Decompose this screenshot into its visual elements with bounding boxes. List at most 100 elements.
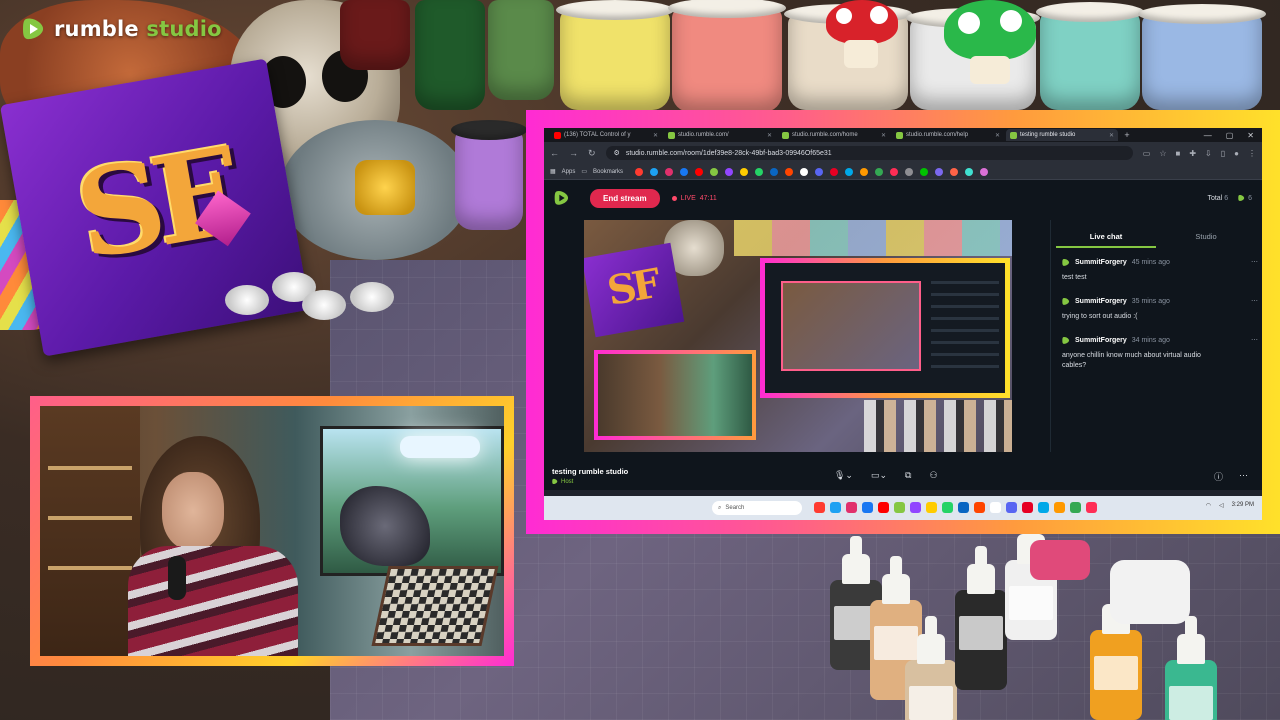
bookmark-favicon-icon[interactable] — [695, 167, 704, 176]
tab-studio[interactable]: Studio — [1156, 228, 1256, 248]
close-window-icon[interactable]: ✕ — [1247, 131, 1254, 140]
bookmark-favicon-icon[interactable] — [650, 167, 659, 176]
bookmark-favicon-icon[interactable] — [710, 167, 719, 176]
more-options-icon[interactable]: ⋯ — [1251, 336, 1258, 344]
close-icon[interactable]: ✕ — [995, 132, 1000, 139]
forward-arrow-icon[interactable]: → — [569, 148, 578, 158]
more-options-icon[interactable]: ⋯ — [1251, 297, 1258, 305]
rumble-logo-icon[interactable] — [554, 189, 570, 207]
apps-grid-icon[interactable]: ▦ — [550, 168, 556, 175]
maximize-icon[interactable]: ▢ — [1226, 131, 1234, 140]
taskbar-app-icon[interactable] — [1086, 502, 1097, 513]
taskbar-app-icon[interactable] — [878, 502, 889, 513]
bookmark-favicon-icon[interactable] — [980, 167, 989, 176]
taskbar-app-icon[interactable] — [814, 502, 825, 513]
browser-tab[interactable]: studio.rumble.com/home ✕ — [778, 129, 890, 141]
bookmark-favicon-icon[interactable] — [770, 167, 779, 176]
bookmark-favicon-icon[interactable] — [800, 167, 809, 176]
bookmark-favicon-icon[interactable] — [680, 167, 689, 176]
close-icon[interactable]: ✕ — [1109, 132, 1114, 139]
chat-username[interactable]: SummitForgery — [1075, 298, 1127, 305]
bookmark-favicon-icon[interactable] — [875, 167, 884, 176]
browser-tab[interactable]: (136) TOTAL Control of y ✕ — [550, 129, 662, 141]
screen-share-icon[interactable]: ⧉ — [905, 470, 911, 481]
bookmark-favicon-icon[interactable] — [830, 167, 839, 176]
taskbar-app-icon[interactable] — [942, 502, 953, 513]
close-icon[interactable]: ✕ — [653, 132, 658, 139]
taskbar-app-icon[interactable] — [862, 502, 873, 513]
browser-tab[interactable]: studio.rumble.com/help ✕ — [892, 129, 1004, 141]
volume-icon[interactable]: ◁ — [1219, 502, 1224, 509]
taskbar-app-icon[interactable] — [846, 502, 857, 513]
gold-nugget-prop — [355, 160, 415, 215]
bookmark-favicon-icon[interactable] — [965, 167, 974, 176]
chat-timestamp: 35 mins ago — [1131, 298, 1170, 306]
chat-username[interactable]: SummitForgery — [1075, 259, 1127, 266]
help-icon[interactable]: ⓘ — [1214, 470, 1223, 483]
bookmark-folder-icon[interactable]: ▭ — [581, 168, 587, 175]
url-input[interactable]: ⚙ studio.rumble.com/room/1def39e8-28ck-4… — [605, 146, 1133, 160]
bookmark-favicon-icon[interactable] — [755, 167, 764, 176]
clock[interactable]: 3:29 PM — [1232, 502, 1254, 509]
bookmark-favicon-icon[interactable] — [665, 167, 674, 176]
taskbar-app-icon[interactable] — [894, 502, 905, 513]
close-icon[interactable]: ✕ — [767, 132, 772, 139]
bookmark-favicon-icon[interactable] — [845, 167, 854, 176]
new-tab-button[interactable]: + — [1120, 130, 1134, 140]
bookmark-favicon-icon[interactable] — [905, 167, 914, 176]
bookmark-favicon-icon[interactable] — [935, 167, 944, 176]
bookmark-favicon-icon[interactable] — [890, 167, 899, 176]
preview-sf-card: SF — [584, 242, 685, 338]
extension-icon[interactable]: ■ — [1176, 149, 1181, 158]
back-arrow-icon[interactable]: ← — [550, 148, 559, 158]
bookmark-favicon-icon[interactable] — [950, 167, 959, 176]
bookmark-favicon-icon[interactable] — [815, 167, 824, 176]
taskbar-app-icon[interactable] — [910, 502, 921, 513]
bookmark-bookmarks[interactable]: Bookmarks — [593, 169, 623, 175]
taskbar-app-icon[interactable] — [1006, 502, 1017, 513]
more-options-icon[interactable]: ⋯ — [1239, 470, 1248, 483]
microphone-icon[interactable]: 🎙︎⌄ — [834, 470, 853, 481]
bookmark-favicon-icon[interactable] — [725, 167, 734, 176]
star-icon[interactable]: ☆ — [1159, 149, 1166, 158]
taskbar-app-icon[interactable] — [974, 502, 985, 513]
taskbar-app-icon[interactable] — [830, 502, 841, 513]
camera-icon[interactable]: ▭⌄ — [871, 470, 887, 481]
taskbar-app-icon[interactable] — [990, 502, 1001, 513]
bookmark-favicon-icon[interactable] — [785, 167, 794, 176]
browser-tab-active[interactable]: testing rumble studio ✕ — [1006, 129, 1118, 141]
reload-icon[interactable]: ↻ — [588, 148, 596, 159]
bookmark-favicon-icon[interactable] — [635, 167, 644, 176]
browser-tab[interactable]: studio.rumble.com/ ✕ — [664, 129, 776, 141]
wifi-icon[interactable]: ◠ — [1206, 502, 1211, 509]
taskbar-app-icon[interactable] — [1022, 502, 1033, 513]
taskbar-search-input[interactable]: ⌕ Search — [712, 501, 802, 515]
taskbar-app-icon[interactable] — [1038, 502, 1049, 513]
taskbar-app-icon[interactable] — [1070, 502, 1081, 513]
bookmark-favicon-icon[interactable] — [740, 167, 749, 176]
add-guest-icon[interactable]: ⚇ — [929, 470, 937, 481]
close-icon[interactable]: ✕ — [881, 132, 886, 139]
profile-avatar-icon[interactable]: ● — [1234, 149, 1239, 158]
bookmark-favicon-icon[interactable] — [920, 167, 929, 176]
taskbar-app-icon[interactable] — [1054, 502, 1065, 513]
tab-live-chat[interactable]: Live chat — [1056, 228, 1156, 248]
rumble-favicon-icon — [782, 131, 789, 139]
sidebar-icon[interactable]: ▯ — [1221, 149, 1225, 158]
end-stream-button[interactable]: End stream — [590, 188, 660, 208]
minimize-icon[interactable]: — — [1204, 131, 1212, 140]
site-info-icon[interactable]: ⚙ — [614, 149, 620, 157]
extensions-puzzle-icon[interactable]: ✚ — [1189, 149, 1196, 158]
chat-timestamp: 34 mins ago — [1131, 337, 1170, 345]
more-options-icon[interactable]: ⋯ — [1251, 258, 1258, 266]
taskbar-app-icon[interactable] — [958, 502, 969, 513]
downloads-icon[interactable]: ⇩ — [1205, 149, 1212, 158]
camera-indicator-icon[interactable]: ▭ — [1143, 149, 1151, 158]
chat-username[interactable]: SummitForgery — [1075, 337, 1127, 344]
bookmark-favicon-icon[interactable] — [860, 167, 869, 176]
bookmarks-bar: ▦ Apps ▭ Bookmarks — [544, 164, 1262, 180]
dropper-bottle — [1165, 616, 1217, 720]
taskbar-app-icon[interactable] — [926, 502, 937, 513]
kebab-menu-icon[interactable]: ⋮ — [1248, 149, 1256, 158]
bookmark-apps[interactable]: Apps — [562, 169, 576, 175]
